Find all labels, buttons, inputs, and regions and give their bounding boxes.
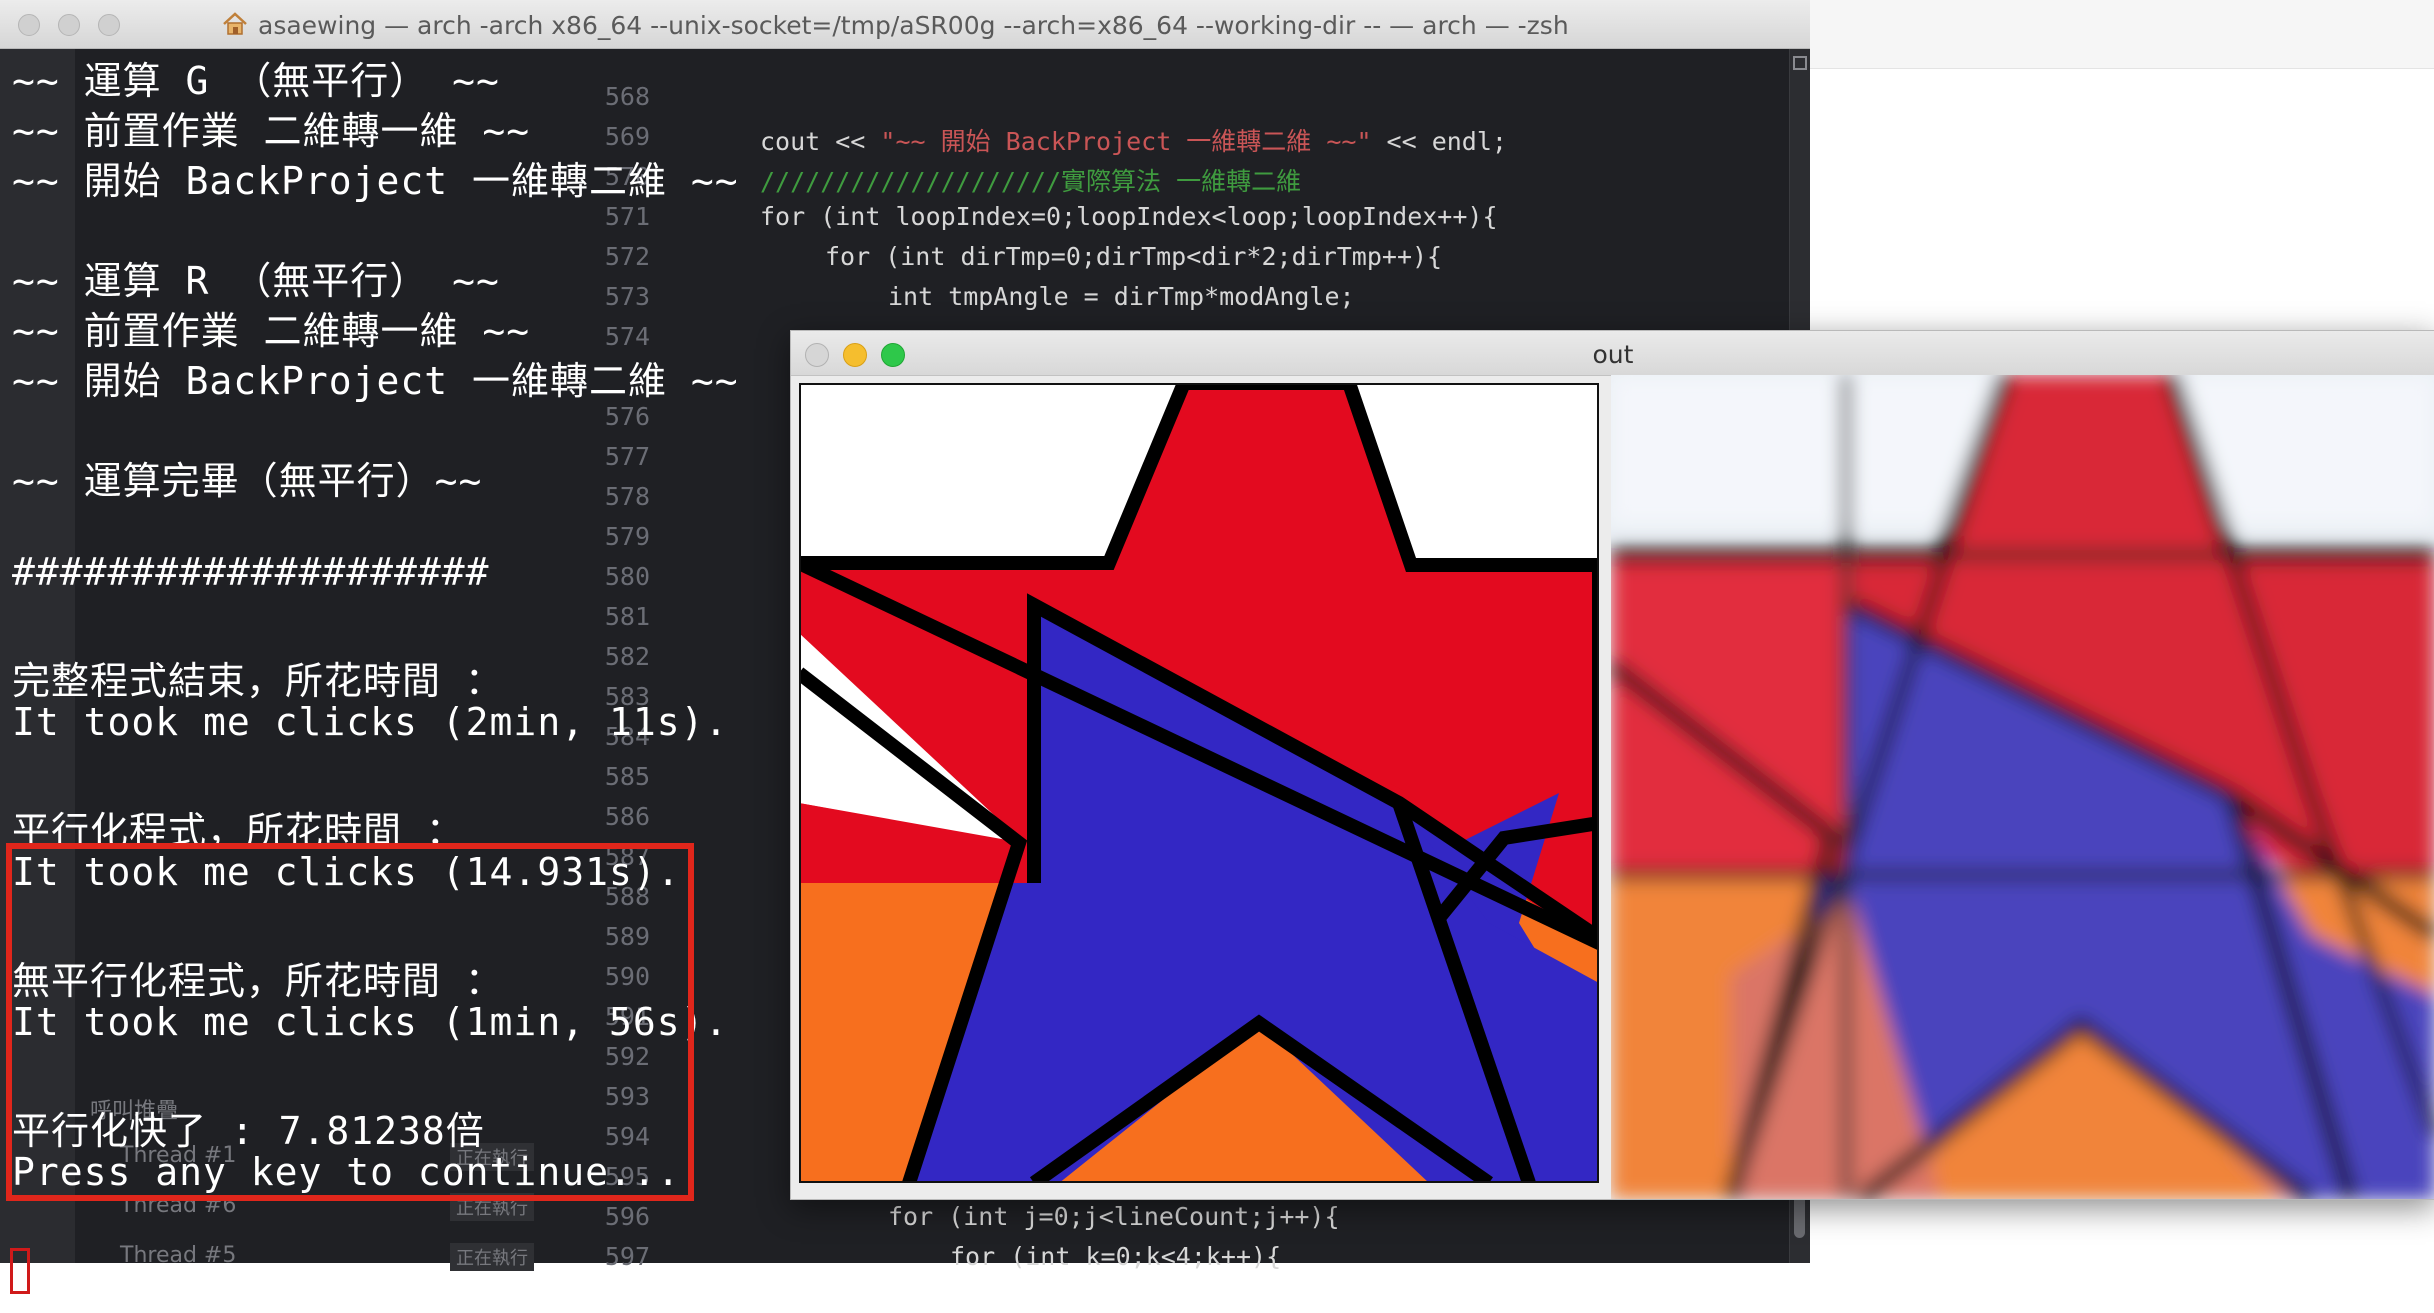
zoom-button[interactable]: [98, 14, 120, 36]
terminal-line: ~~ 運算 G （無平行） ~~: [12, 59, 500, 103]
terminal-line: ####################: [12, 550, 490, 594]
close-button[interactable]: [18, 14, 40, 36]
terminal-line: ~~ 開始 BackProject 一維轉二維 ~~: [12, 359, 739, 403]
highlight-annotation: [6, 843, 694, 1201]
terminal-line: ~~ 運算完畢（無平行）~~: [12, 459, 483, 503]
terminal-line: 完整程式結束，所花時間 ：: [12, 659, 504, 703]
original-star-image: [799, 383, 1599, 1183]
minimize-button[interactable]: [58, 14, 80, 36]
code-line: ////////////////////實際算法 一維轉二維: [760, 167, 1302, 196]
backprojected-star-image: [1611, 375, 2434, 1199]
code-line: for (int loopIndex=0;loopIndex<loop;loop…: [760, 202, 1498, 231]
minimap-icon[interactable]: [1793, 56, 1807, 70]
home-icon: [223, 12, 247, 35]
code-line: for (int k=0;k<4;k++){: [950, 1242, 1282, 1271]
terminal-line: ~~ 運算 R （無平行） ~~: [12, 259, 500, 303]
terminal-line: It took me clicks (2min, 11s).: [12, 700, 729, 744]
terminal-line: ~~ 前置作業 二維轉一維 ~~: [12, 309, 531, 353]
code-line: for (int dirTmp=0;dirTmp<dir*2;dirTmp++)…: [825, 242, 1443, 271]
terminal-output[interactable]: ~~ 運算 G （無平行） ~~ ~~ 前置作業 二維轉一維 ~~ ~~ 開始 …: [0, 48, 740, 1294]
terminal-line: ~~ 開始 BackProject 一維轉二維 ~~: [12, 159, 739, 203]
out-window[interactable]: out: [790, 330, 2434, 1200]
terminal-line: ~~ 前置作業 二維轉一維 ~~: [12, 109, 531, 153]
out-window-title: out: [1592, 340, 1634, 369]
code-line: int tmpAngle = dirTmp*modAngle;: [888, 282, 1355, 311]
code-line: for (int j=0;j<lineCount;j++){: [888, 1202, 1340, 1231]
out-titlebar[interactable]: out: [791, 331, 2434, 376]
background-window-strip: [1810, 0, 2434, 69]
terminal-titlebar[interactable]: asaewing — arch -arch x86_64 --unix-sock…: [0, 0, 1810, 49]
window-title: asaewing — arch -arch x86_64 --unix-sock…: [258, 11, 1569, 40]
code-line: cout << "~~ 開始 BackProject 一維轉二維 ~~" << …: [760, 127, 1507, 156]
terminal-cursor: [10, 1248, 30, 1294]
